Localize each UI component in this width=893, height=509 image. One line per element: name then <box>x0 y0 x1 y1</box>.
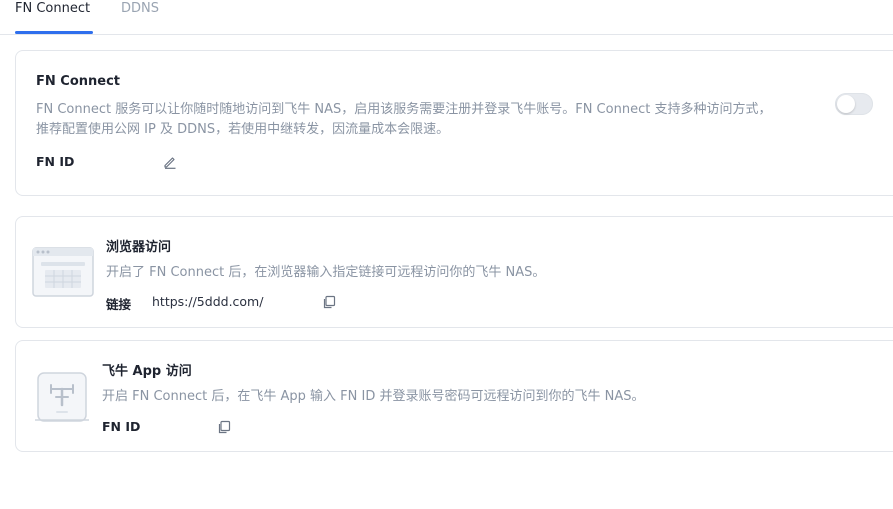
link-value[interactable]: https://5ddd.com/ <box>152 294 263 309</box>
browser-access-card: 浏览器访问 开启了 FN Connect 后，在浏览器输入指定链接可远程访问你的… <box>15 216 893 328</box>
edit-pencil-icon[interactable] <box>163 154 177 169</box>
browser-access-title: 浏览器访问 <box>106 240 172 255</box>
tab-ddns[interactable]: DDNS <box>121 0 159 17</box>
fn-connect-description-line2: 推荐配置使用公网 IP 及 DDNS，若使用中继转发，因流量成本会限速。 <box>36 122 450 137</box>
tab-fn-connect[interactable]: FN Connect <box>15 0 90 17</box>
app-access-description: 开启 FN Connect 后，在飞牛 App 输入 FN ID 并登录账号密码… <box>102 389 645 404</box>
fn-connect-toggle[interactable] <box>835 93 873 115</box>
app-access-title: 飞牛 App 访问 <box>102 364 192 379</box>
fn-connect-title: FN Connect <box>36 74 121 89</box>
toggle-knob <box>837 95 855 113</box>
browser-access-description: 开启了 FN Connect 后，在浏览器输入指定链接可远程访问你的飞牛 NAS… <box>106 265 546 280</box>
app-access-card: 飞牛 App 访问 开启 FN Connect 后，在飞牛 App 输入 FN … <box>15 340 893 452</box>
app-fn-id-label: FN ID <box>102 419 141 434</box>
mobile-app-icon <box>34 371 90 427</box>
browser-window-icon <box>32 247 94 301</box>
fn-id-label: FN ID <box>36 154 75 169</box>
fn-connect-card: FN Connect FN Connect 服务可以让你随时随地访问到飞牛 NA… <box>15 50 893 196</box>
active-tab-indicator <box>15 31 93 34</box>
link-label: 链接 <box>106 297 132 312</box>
fn-connect-description-line1: FN Connect 服务可以让你随时随地访问到飞牛 NAS，启用该服务需要注册… <box>36 102 772 117</box>
copy-icon[interactable] <box>322 294 336 309</box>
tab-bar: FN Connect DDNS <box>0 0 893 35</box>
copy-icon[interactable] <box>217 419 231 434</box>
